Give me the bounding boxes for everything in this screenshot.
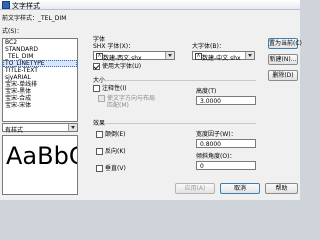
width-factor-label: 宽度因子(W)： [196,131,237,138]
styles-label: 式(S)： [2,28,23,35]
set-current-button[interactable]: 置为当前(C) [268,38,302,49]
list-item[interactable]: 宝宋-单线排 [3,81,77,88]
list-item[interactable]: _TEL_DIM [3,53,77,60]
effects-group-divider [104,123,256,124]
current-style-value: _TEL_DIM [38,15,67,22]
font-file-icon: A [195,53,202,60]
current-style-label: 前文字样式： [2,15,39,22]
help-button[interactable]: 帮助 [265,183,298,194]
height-label: 高度(T) [196,88,217,95]
list-item[interactable]: 宝宋-宋体 [3,102,77,109]
apply-button[interactable]: 应用(A) [175,183,215,194]
upside-down-checkbox[interactable] [96,131,103,138]
bigfont-label: 大字体(B)： [192,43,225,50]
shx-font-label: SHX 字体(X)： [93,43,135,50]
app-icon [2,1,10,9]
vertical-checkbox[interactable] [96,165,103,172]
vertical-label: 垂直(V) [105,165,126,172]
chevron-down-icon[interactable] [165,52,174,59]
size-group-divider [104,80,256,81]
list-item[interactable]: TITLE-TEXT [3,67,77,74]
bigfont-value: 数建-中文.shx [202,55,241,62]
width-factor-value: 0.8000 [200,141,221,148]
font-file-icon: A [96,53,103,60]
style-filter-select[interactable]: 有样式 [2,123,78,134]
delete-style-button[interactable]: 删除(D) [268,70,298,81]
match-orientation-checkbox[interactable] [98,95,105,102]
annotative-label: 注释性(I) [102,85,127,92]
shx-font-select[interactable]: A 数建-西文.shx [93,51,175,62]
use-bigfont-label: 使用大字体(U) [102,63,142,70]
title-bar: 文字样式 [0,0,300,10]
list-item[interactable]: BC2 [3,39,77,46]
list-item[interactable]: STANDARD [3,46,77,53]
use-bigfont-checkbox[interactable] [93,63,100,70]
style-filter-value: 有样式 [5,127,24,134]
styles-listbox[interactable]: BC2 STANDARD _TEL_DIM TO_LINETYPE TITLE-… [2,38,78,122]
height-value: 3.0000 [200,98,221,105]
list-item[interactable]: sjyARIAL [3,74,77,81]
match-orientation-label-2: 匹配(M) [107,102,129,109]
match-orientation-label: 使文字方向与布局 [107,95,156,102]
preview-box: AaBbCcD [2,135,78,195]
font-group-label: 字体 [93,36,106,43]
chevron-down-icon[interactable] [68,124,77,131]
height-field[interactable]: 3.0000 [196,96,256,105]
backwards-checkbox[interactable] [96,148,103,155]
list-item[interactable]: 宝宋-黑体 [3,88,77,95]
list-item-selected[interactable]: TO_LINETYPE [3,60,77,67]
oblique-value: 0 [200,163,204,170]
width-factor-field[interactable]: 0.8000 [196,139,256,148]
chevron-down-icon[interactable] [245,52,254,59]
shx-font-value: 数建-西文.shx [103,55,142,62]
preview-text: AaBbCcD [6,142,77,170]
list-item[interactable]: 宝宋-合成 [3,95,77,102]
upside-down-label: 颠倒(E) [105,131,126,138]
annotative-checkbox[interactable] [93,85,100,92]
backwards-label: 反向(K) [105,148,126,155]
oblique-label: 倾斜角度(O)： [196,153,236,160]
cancel-button[interactable]: 取消 [220,183,260,194]
oblique-field[interactable]: 0 [196,161,256,170]
bigfont-select[interactable]: A 数建-中文.shx [192,51,255,62]
new-style-button[interactable]: 新建(N)... [268,54,298,65]
